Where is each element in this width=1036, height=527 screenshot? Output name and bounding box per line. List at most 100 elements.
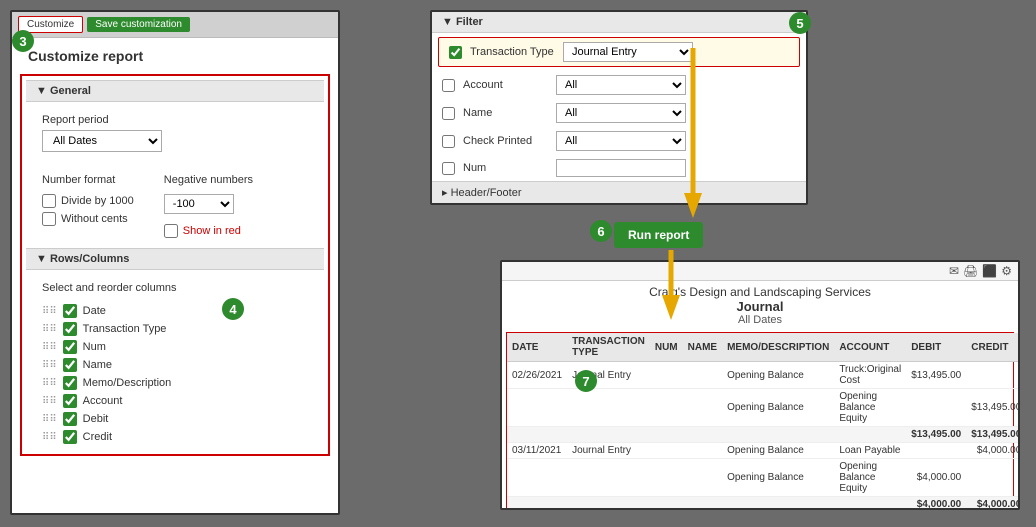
column-date: ⠿⠿ Date: [42, 302, 308, 320]
without-cents-row: Without cents: [42, 212, 134, 226]
table-row: $4,000.00 $4,000.00: [507, 497, 1020, 511]
num-checkbox[interactable]: [442, 162, 455, 175]
column-memo: ⠿⠿ Memo/Description: [42, 374, 308, 392]
checkbox-debit[interactable]: [63, 412, 77, 426]
name-filter-row: Name All: [432, 99, 806, 127]
cell-debit: $13,495.00: [906, 362, 966, 389]
select-reorder-label: Select and reorder columns: [42, 282, 308, 294]
column-debit: ⠿⠿ Debit: [42, 410, 308, 428]
show-in-red-checkbox[interactable]: [164, 224, 178, 238]
report-table-container: DATE TRANSACTION TYPE NUM NAME MEMO/DESC…: [506, 332, 1014, 510]
cell-num: [650, 389, 683, 427]
run-report-button[interactable]: Run report: [614, 222, 703, 248]
cell-date: 03/11/2021: [507, 443, 567, 459]
table-row: $13,495.00 $13,495.00: [507, 427, 1020, 443]
cell-num: [650, 362, 683, 389]
name-select[interactable]: All: [556, 103, 686, 123]
table-row: Opening Balance Opening Balance Equity $…: [507, 459, 1020, 497]
cell-date: [507, 389, 567, 427]
cell-credit: $13,495.00: [966, 389, 1020, 427]
step3-badge: 3: [12, 30, 34, 52]
report-period-label: Report period: [42, 114, 308, 126]
transaction-type-select[interactable]: Journal Entry: [563, 42, 693, 62]
save-customization-button[interactable]: Save customization: [87, 17, 190, 32]
checkbox-credit[interactable]: [63, 430, 77, 444]
drag-handle-memo[interactable]: ⠿⠿: [42, 378, 57, 389]
table-row: Opening Balance Opening Balance Equity $…: [507, 389, 1020, 427]
report-dates: All Dates: [502, 314, 1018, 326]
divide-by-1000-row: Divide by 1000: [42, 194, 134, 208]
checkbox-num[interactable]: [63, 340, 77, 354]
checkbox-date[interactable]: [63, 304, 77, 318]
header-footer-section[interactable]: ▸ Header/Footer: [432, 181, 806, 203]
cell-subtotal-debit: $4,000.00: [906, 497, 966, 511]
cell-debit: [906, 443, 966, 459]
cell-name: [683, 389, 722, 427]
divide-by-1000-checkbox[interactable]: [42, 194, 56, 208]
name-label: Name: [463, 107, 548, 119]
cell-name: [683, 459, 722, 497]
num-input[interactable]: [556, 159, 686, 177]
column-debit-label: Debit: [83, 413, 109, 425]
cell-subtotal-credit: $13,495.00: [966, 427, 1020, 443]
settings-icon[interactable]: ⚙: [1001, 264, 1012, 278]
cell-memo: Opening Balance: [722, 459, 834, 497]
drag-handle-transaction-type[interactable]: ⠿⠿: [42, 324, 57, 335]
account-checkbox[interactable]: [442, 79, 455, 92]
drag-handle-num[interactable]: ⠿⠿: [42, 342, 57, 353]
column-credit-label: Credit: [83, 431, 112, 443]
report-period-select[interactable]: All Dates: [42, 130, 162, 152]
print-icon[interactable]: 🖨: [963, 264, 978, 278]
show-in-red-row: Show in red: [164, 224, 253, 238]
col-credit: CREDIT: [966, 333, 1020, 362]
col-transaction-type: TRANSACTION TYPE: [567, 333, 650, 362]
report-company: Craig's Design and Landscaping Services: [502, 281, 1018, 299]
cell-account: Loan Payable: [834, 443, 906, 459]
col-memo: MEMO/DESCRIPTION: [722, 333, 834, 362]
transaction-type-checkbox[interactable]: [449, 46, 462, 59]
check-printed-checkbox[interactable]: [442, 135, 455, 148]
account-select[interactable]: All: [556, 75, 686, 95]
report-toolbar: ✉ 🖨 ⬛ ⚙: [502, 262, 1018, 281]
arrow-down-2: [660, 250, 682, 320]
checkbox-memo[interactable]: [63, 376, 77, 390]
num-label: Num: [463, 162, 548, 174]
drag-handle-account[interactable]: ⠿⠿: [42, 396, 57, 407]
email-icon[interactable]: ✉: [949, 264, 959, 278]
column-credit: ⠿⠿ Credit: [42, 428, 308, 446]
cell-debit: [906, 389, 966, 427]
cell-num: [650, 443, 683, 459]
name-checkbox[interactable]: [442, 107, 455, 120]
check-printed-select[interactable]: All: [556, 131, 686, 151]
check-printed-filter-row: Check Printed All: [432, 127, 806, 155]
drag-handle-name[interactable]: ⠿⠿: [42, 360, 57, 371]
cell-date: 02/26/2021: [507, 362, 567, 389]
negative-numbers-select[interactable]: -100: [164, 194, 234, 214]
drag-handle-date[interactable]: ⠿⠿: [42, 306, 57, 317]
column-date-label: Date: [83, 305, 106, 317]
checkbox-account[interactable]: [63, 394, 77, 408]
export-icon[interactable]: ⬛: [982, 264, 997, 278]
cell-memo: Opening Balance: [722, 362, 834, 389]
drag-handle-credit[interactable]: ⠿⠿: [42, 432, 57, 443]
drag-handle-debit[interactable]: ⠿⠿: [42, 414, 57, 425]
without-cents-checkbox[interactable]: [42, 212, 56, 226]
column-account: ⠿⠿ Account: [42, 392, 308, 410]
column-account-label: Account: [83, 395, 123, 407]
cell-memo: Opening Balance: [722, 443, 834, 459]
panel-title: Customize report: [12, 38, 338, 70]
checkbox-transaction-type[interactable]: [63, 322, 77, 336]
column-name: ⠿⠿ Name: [42, 356, 308, 374]
cell-credit: [966, 362, 1020, 389]
checkbox-name[interactable]: [63, 358, 77, 372]
col-debit: DEBIT: [906, 333, 966, 362]
general-header: ▼ General: [26, 80, 324, 102]
cell-debit: $4,000.00: [906, 459, 966, 497]
column-name-label: Name: [83, 359, 112, 371]
cell-account: Truck:Original Cost: [834, 362, 906, 389]
cell-name: [683, 362, 722, 389]
column-num-label: Num: [83, 341, 106, 353]
show-in-red-label: Show in red: [183, 225, 241, 237]
number-format-label: Number format: [42, 174, 134, 186]
transaction-type-filter-row: Transaction Type Journal Entry: [439, 38, 799, 66]
